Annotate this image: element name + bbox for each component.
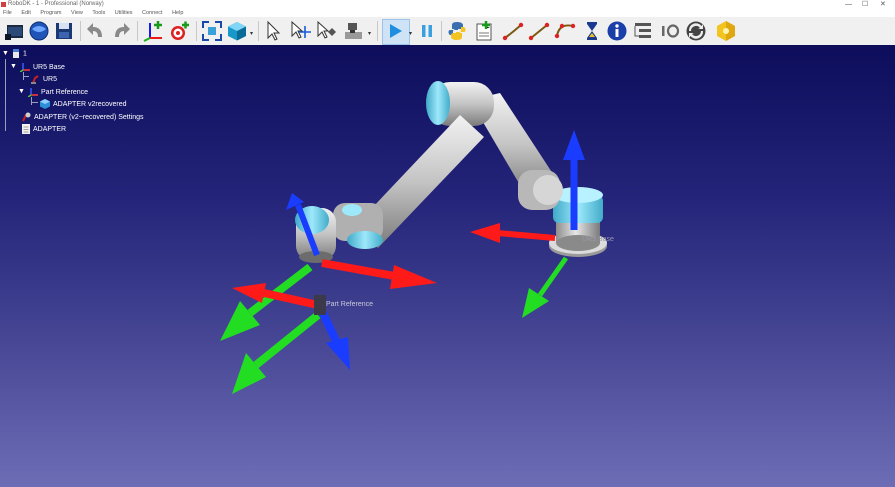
- save-icon[interactable]: [53, 20, 75, 42]
- minimize-button[interactable]: —: [845, 0, 852, 9]
- move-reference-icon[interactable]: [289, 20, 311, 42]
- chevron-down-icon[interactable]: ▾: [250, 30, 253, 37]
- tree-guide-line: [23, 76, 29, 77]
- settings-icon: [22, 112, 31, 122]
- tree-item-adapter-program[interactable]: ADAPTER: [22, 124, 66, 134]
- robot-icon: [31, 75, 39, 84]
- info-icon[interactable]: [606, 20, 628, 42]
- toolbar-separator: [441, 21, 442, 41]
- base-label: UR5 Base: [582, 236, 614, 243]
- object-icon: [40, 99, 50, 109]
- toolbar: ▾ ▾ ▾: [0, 17, 895, 46]
- sync-icon[interactable]: [685, 20, 707, 42]
- select-icon[interactable]: [263, 20, 285, 42]
- set-io-icon[interactable]: [659, 20, 681, 42]
- menu-file[interactable]: File: [3, 10, 12, 16]
- add-program-icon[interactable]: [473, 20, 495, 42]
- station-icon: [13, 49, 19, 58]
- pause-instruction-icon[interactable]: [581, 20, 603, 42]
- tree-item-adapter-settings[interactable]: ADAPTER (v2~recovered) Settings: [22, 112, 144, 122]
- collapse-arrow-icon[interactable]: ▼: [2, 49, 9, 59]
- redo-icon[interactable]: [110, 20, 132, 42]
- menu-bar: File Edit Program View Tools Utilities C…: [0, 9, 895, 17]
- add-reference-frame-icon[interactable]: [142, 20, 164, 42]
- tree-item-ur5[interactable]: UR5: [31, 74, 57, 84]
- tree-item-ur5-base[interactable]: UR5 Base: [20, 62, 65, 72]
- toolbar-separator: [137, 21, 138, 41]
- open-icon[interactable]: [4, 20, 26, 42]
- window-title: RoboDK - 1 - Professional (Norway): [8, 1, 104, 7]
- frame-icon: [20, 63, 30, 72]
- menu-edit[interactable]: Edit: [21, 10, 30, 16]
- part-reference-axes: [232, 283, 350, 394]
- tree-item-part-reference[interactable]: Part Reference: [28, 87, 88, 97]
- toolbar-separator: [196, 21, 197, 41]
- chevron-down-icon[interactable]: ▾: [409, 30, 412, 37]
- program-call-icon[interactable]: [632, 20, 654, 42]
- fit-all-icon[interactable]: [201, 20, 223, 42]
- tree-guide-line: [31, 97, 32, 105]
- tree-guide-line: [5, 59, 6, 131]
- menu-program[interactable]: Program: [40, 10, 61, 16]
- undo-icon[interactable]: [85, 20, 107, 42]
- part-reference-label: Part Reference: [326, 301, 374, 308]
- title-bar: RoboDK - 1 - Professional (Norway) — ☐ ✕: [0, 0, 895, 9]
- tree-guide-line: [31, 102, 38, 103]
- collision-icon[interactable]: [343, 20, 365, 42]
- menu-help[interactable]: Help: [172, 10, 183, 16]
- menu-tools[interactable]: Tools: [92, 10, 105, 16]
- move-tool-icon[interactable]: [315, 20, 337, 42]
- app-icon: [1, 2, 6, 7]
- tree-item-adapter-object[interactable]: ADAPTER v2recovered: [40, 99, 127, 109]
- program-icon: [22, 124, 30, 134]
- collapse-arrow-icon[interactable]: ▼: [10, 62, 17, 72]
- run-program-icon[interactable]: [384, 20, 406, 42]
- close-button[interactable]: ✕: [880, 0, 886, 9]
- toolbar-separator: [377, 21, 378, 41]
- move-joint-icon[interactable]: [502, 20, 524, 42]
- 3d-viewport[interactable]: Part Reference UR5 Base ▼ 1 ▼ UR5 Base U…: [0, 45, 895, 487]
- pause-icon[interactable]: [416, 20, 438, 42]
- robot-addin-icon[interactable]: [715, 20, 737, 42]
- chevron-down-icon[interactable]: ▾: [368, 30, 371, 37]
- tree-item-station[interactable]: 1: [12, 49, 27, 59]
- maximize-button[interactable]: ☐: [862, 0, 868, 9]
- menu-connect[interactable]: Connect: [142, 10, 163, 16]
- online-library-icon[interactable]: [28, 20, 50, 42]
- move-linear-icon[interactable]: [528, 20, 550, 42]
- menu-view[interactable]: View: [71, 10, 83, 16]
- add-target-icon[interactable]: [168, 20, 190, 42]
- toolbar-separator: [80, 21, 81, 41]
- iso-view-icon[interactable]: [226, 20, 248, 42]
- menu-utilities[interactable]: Utilities: [115, 10, 133, 16]
- python-icon[interactable]: [446, 20, 468, 42]
- collapse-arrow-icon[interactable]: ▼: [18, 87, 25, 97]
- frame-icon: [28, 88, 38, 97]
- toolbar-separator: [258, 21, 259, 41]
- move-circular-icon[interactable]: [554, 20, 576, 42]
